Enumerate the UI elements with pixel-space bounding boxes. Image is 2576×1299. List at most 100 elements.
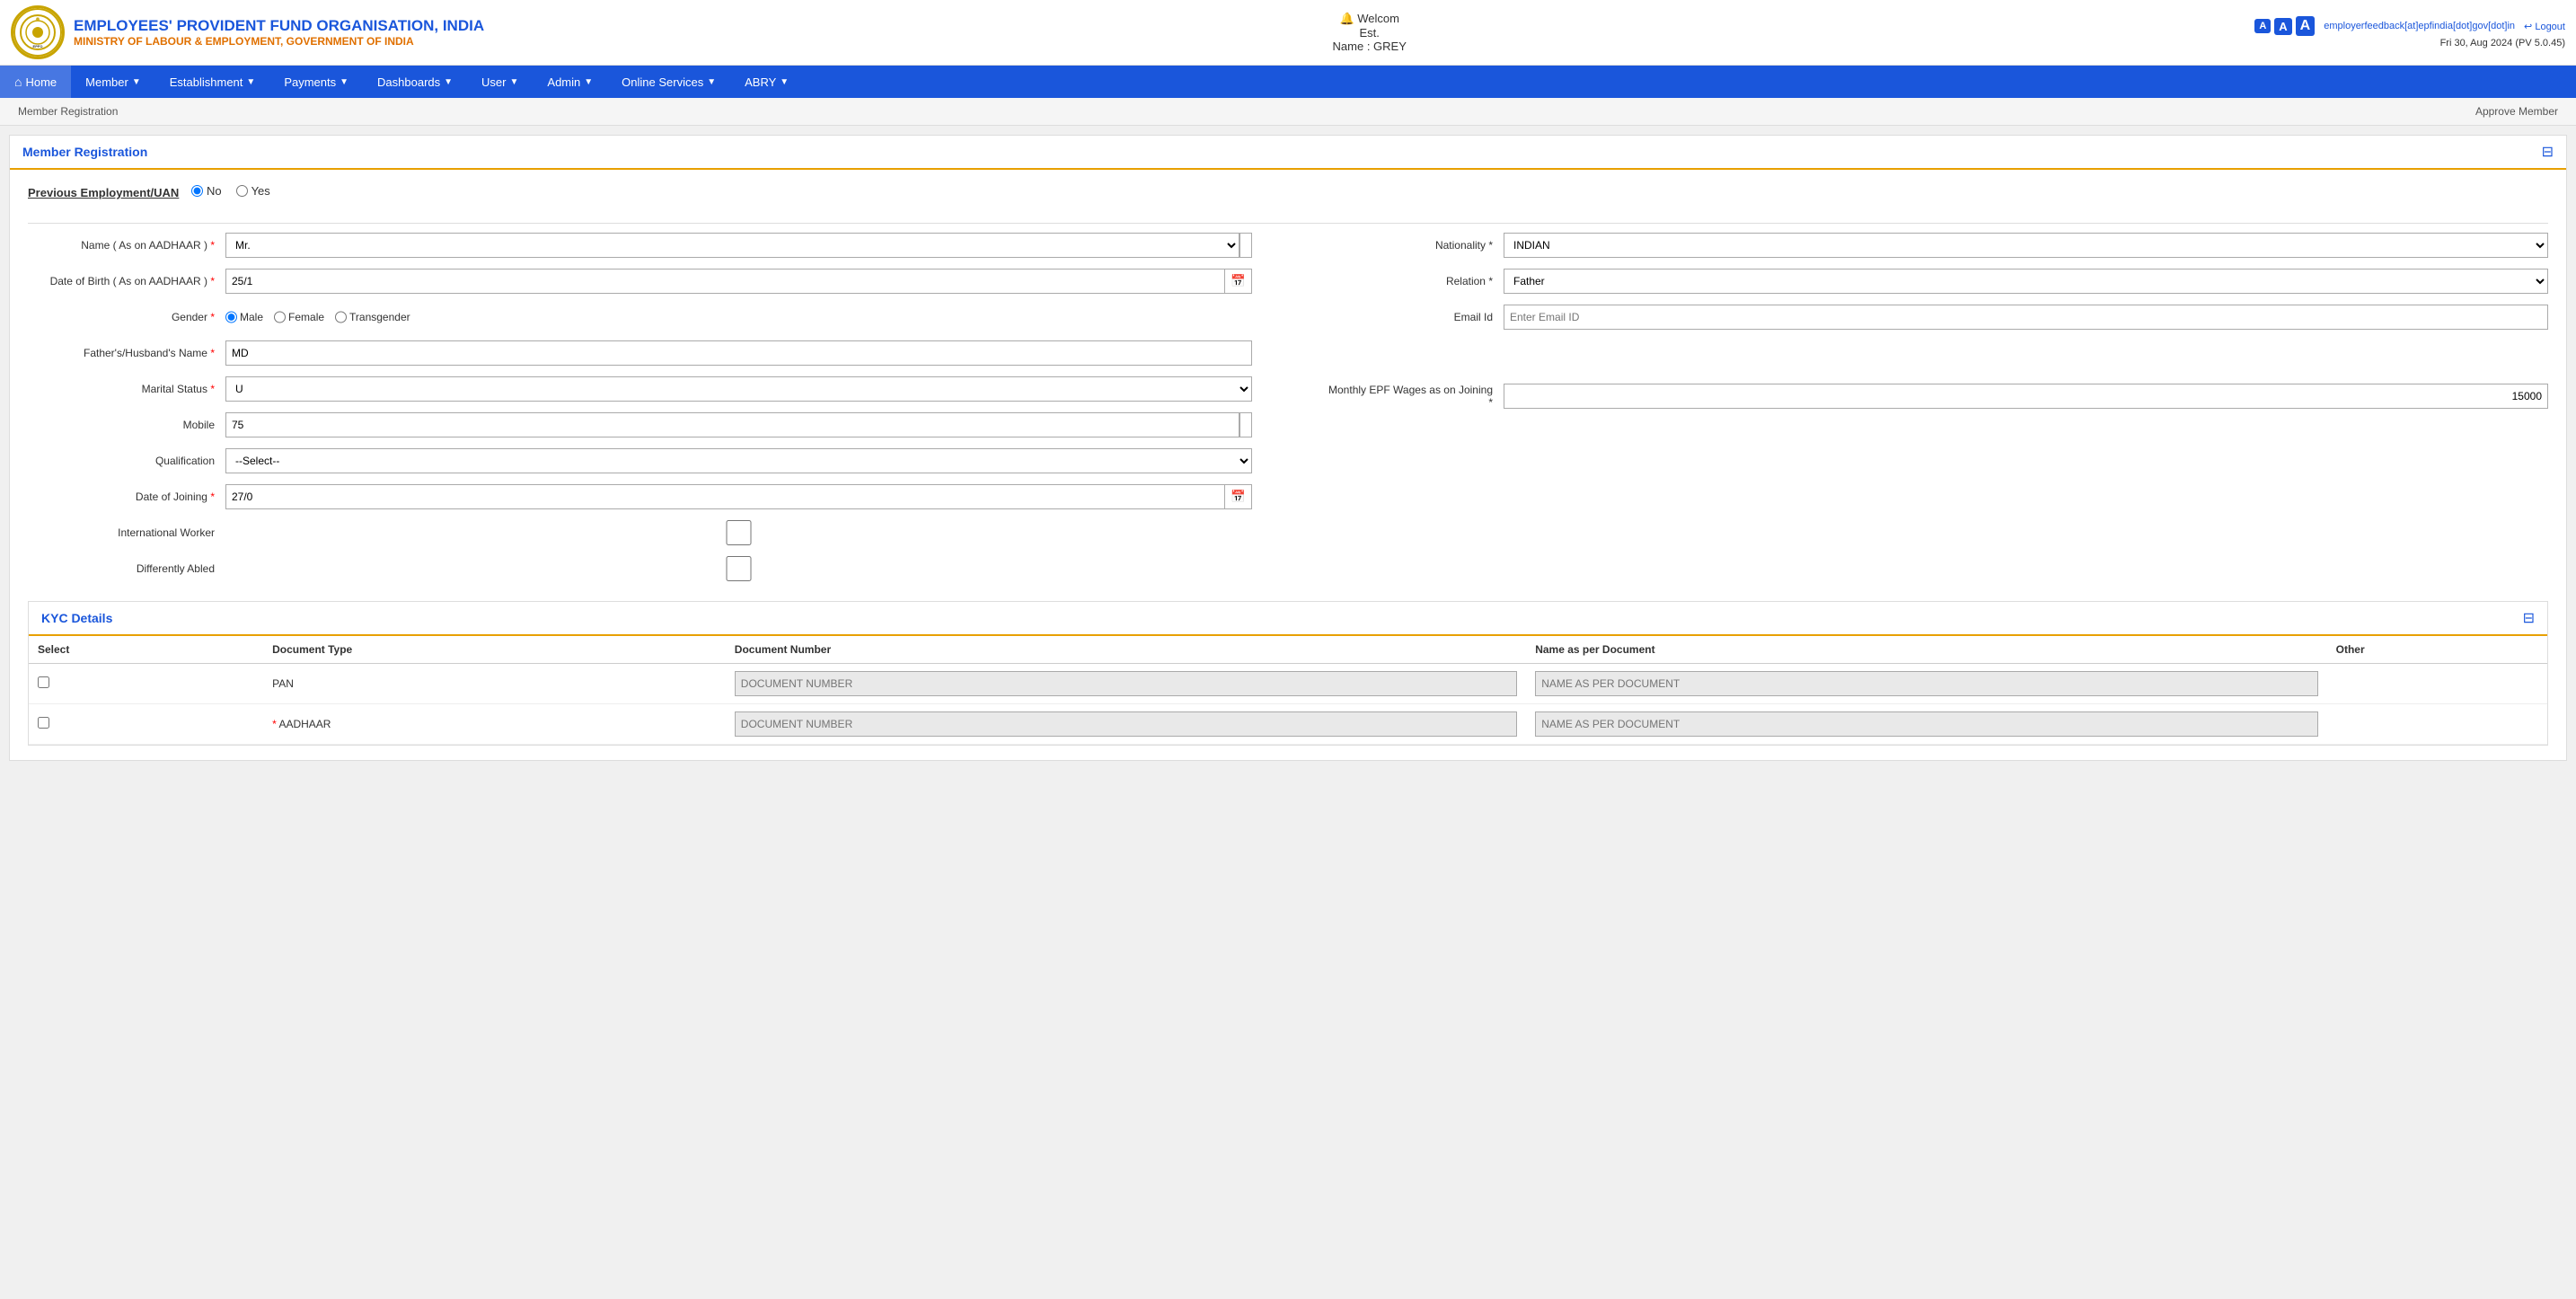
font-large[interactable]: A	[2296, 16, 2316, 36]
gender-label: Gender *	[28, 311, 225, 323]
nationality-control: INDIAN OTHER	[1504, 233, 2548, 258]
member-arrow-icon: ▼	[132, 77, 141, 87]
gender-transgender-radio[interactable]	[335, 305, 347, 330]
email-control	[1504, 305, 2548, 330]
gender-male-radio[interactable]	[225, 305, 237, 330]
gender-transgender[interactable]: Transgender	[335, 305, 410, 330]
marital-label: Marital Status *	[28, 383, 225, 395]
dob-input[interactable]	[225, 269, 1225, 294]
kyc-pan-type: PAN	[263, 664, 726, 704]
email-link: employerfeedback[at]epfindia[dot]gov[dot…	[2324, 21, 2515, 31]
kyc-pan-checkbox[interactable]	[38, 676, 49, 688]
email-row: Email Id	[1324, 305, 2548, 330]
kyc-col-doc-name: Name as per Document	[1526, 636, 2326, 664]
radio-no[interactable]: No	[191, 184, 222, 198]
abry-arrow-icon: ▼	[780, 77, 789, 87]
breadcrumb: Member Registration	[18, 105, 118, 118]
kyc-row-pan: PAN	[29, 664, 2547, 704]
intl-worker-control	[225, 520, 1252, 545]
nav-dashboards-label: Dashboards	[377, 75, 440, 89]
approve-member-link[interactable]: Approve Member	[2475, 105, 2558, 118]
fathers-input[interactable]	[225, 340, 1252, 366]
kyc-aadhaar-checkbox[interactable]	[38, 717, 49, 729]
fathers-control	[225, 340, 1252, 366]
relation-control: Father Husband Mother	[1504, 269, 2548, 294]
gender-female[interactable]: Female	[274, 305, 324, 330]
nav-user[interactable]: User ▼	[467, 66, 533, 98]
dob-label: Date of Birth ( As on AADHAAR ) *	[28, 275, 225, 287]
name-title-select[interactable]: Mr. Mrs. Ms.	[225, 233, 1239, 258]
kyc-aadhaar-other	[2327, 704, 2547, 745]
welcome-text: 🔔 Welcom	[1333, 12, 1407, 26]
form-left: Name ( As on AADHAAR ) * Mr. Mrs. Ms.	[28, 233, 1288, 592]
kyc-aadhaar-name-input[interactable]	[1535, 711, 2317, 737]
nav-member-label: Member	[85, 75, 128, 89]
kyc-header: KYC Details ⊟	[29, 602, 2547, 636]
payments-arrow-icon: ▼	[340, 77, 348, 87]
name-input[interactable]	[1239, 233, 1252, 258]
email-input[interactable]	[1504, 305, 2548, 330]
relation-select[interactable]: Father Husband Mother	[1504, 269, 2548, 294]
dob-calendar-button[interactable]: 📅	[1225, 269, 1252, 294]
ministry-name: MINISTRY OF LABOUR & EMPLOYMENT, GOVERNM…	[74, 35, 484, 48]
marital-select[interactable]: U Married Single	[225, 376, 1252, 402]
fathers-label: Father's/Husband's Name *	[28, 347, 225, 359]
gender-female-radio[interactable]	[274, 305, 286, 330]
collapse-icon[interactable]: ⊟	[2542, 143, 2554, 161]
name-control: Mr. Mrs. Ms.	[225, 233, 1252, 258]
kyc-col-other: Other	[2327, 636, 2547, 664]
radio-yes-label: Yes	[251, 184, 270, 198]
kyc-table-header: Select Document Type Document Number Nam…	[29, 636, 2547, 664]
intl-worker-label: International Worker	[28, 526, 225, 539]
nav-payments[interactable]: Payments ▼	[269, 66, 363, 98]
radio-yes-input[interactable]	[236, 185, 248, 197]
nationality-label: Nationality *	[1324, 239, 1504, 252]
nationality-select[interactable]: INDIAN OTHER	[1504, 233, 2548, 258]
intl-worker-checkbox[interactable]	[225, 520, 1252, 545]
marital-control: U Married Single	[225, 376, 1252, 402]
mobile-number-input[interactable]	[1239, 412, 1252, 437]
kyc-pan-name-input[interactable]	[1535, 671, 2317, 696]
prev-employment: Previous Employment/UAN No Yes	[28, 184, 2548, 208]
navbar: ⌂ Home Member ▼ Establishment ▼ Payments…	[0, 66, 2576, 98]
qual-select[interactable]: --Select-- Below 10th 10th 12th Graduate	[225, 448, 1252, 473]
gender-male[interactable]: Male	[225, 305, 263, 330]
nav-member[interactable]: Member ▼	[71, 66, 155, 98]
nav-abry[interactable]: ABRY ▼	[730, 66, 803, 98]
diff-abled-checkbox[interactable]	[225, 556, 1252, 581]
qual-label: Qualification	[28, 455, 225, 467]
nav-establishment[interactable]: Establishment ▼	[155, 66, 270, 98]
radio-group: No Yes	[191, 184, 270, 198]
font-small[interactable]: A	[2254, 19, 2271, 33]
doj-calendar-button[interactable]: 📅	[1225, 484, 1252, 509]
epf-row: Monthly EPF Wages as on Joining *	[1324, 384, 2548, 409]
font-medium[interactable]: A	[2274, 18, 2291, 35]
mobile-prefix-input[interactable]	[225, 412, 1239, 437]
logout-link[interactable]: ↩ Logout	[2524, 21, 2565, 32]
nav-dashboards[interactable]: Dashboards ▼	[363, 66, 467, 98]
nav-user-label: User	[481, 75, 506, 89]
kyc-pan-number-input[interactable]	[735, 671, 1517, 696]
nav-online-services[interactable]: Online Services ▼	[607, 66, 730, 98]
svg-text:EPFO: EPFO	[33, 44, 43, 49]
mobile-control	[225, 412, 1252, 437]
kyc-row-aadhaar: * AADHAAR	[29, 704, 2547, 745]
kyc-table: Select Document Type Document Number Nam…	[29, 636, 2547, 745]
kyc-aadhaar-number-input[interactable]	[735, 711, 1517, 737]
header-right-top: A A A employerfeedback[at]epfindia[dot]g…	[2254, 16, 2565, 36]
radio-no-input[interactable]	[191, 185, 203, 197]
name-label: Name : GREY	[1333, 40, 1407, 53]
fathers-row: Father's/Husband's Name *	[28, 340, 1252, 366]
section-title: Member Registration	[22, 145, 147, 159]
epf-wages-input[interactable]	[1504, 384, 2548, 409]
marital-row: Marital Status * U Married Single	[28, 376, 1252, 402]
nav-home[interactable]: ⌂ Home	[0, 66, 71, 98]
epf-label: Monthly EPF Wages as on Joining *	[1324, 384, 1504, 409]
nav-admin[interactable]: Admin ▼	[533, 66, 607, 98]
doj-input[interactable]	[225, 484, 1225, 509]
epf-control	[1504, 384, 2548, 409]
kyc-collapse-icon[interactable]: ⊟	[2523, 609, 2535, 627]
radio-yes[interactable]: Yes	[236, 184, 270, 198]
diff-abled-row: Differently Abled	[28, 556, 1252, 581]
establishment-arrow-icon: ▼	[246, 77, 255, 87]
